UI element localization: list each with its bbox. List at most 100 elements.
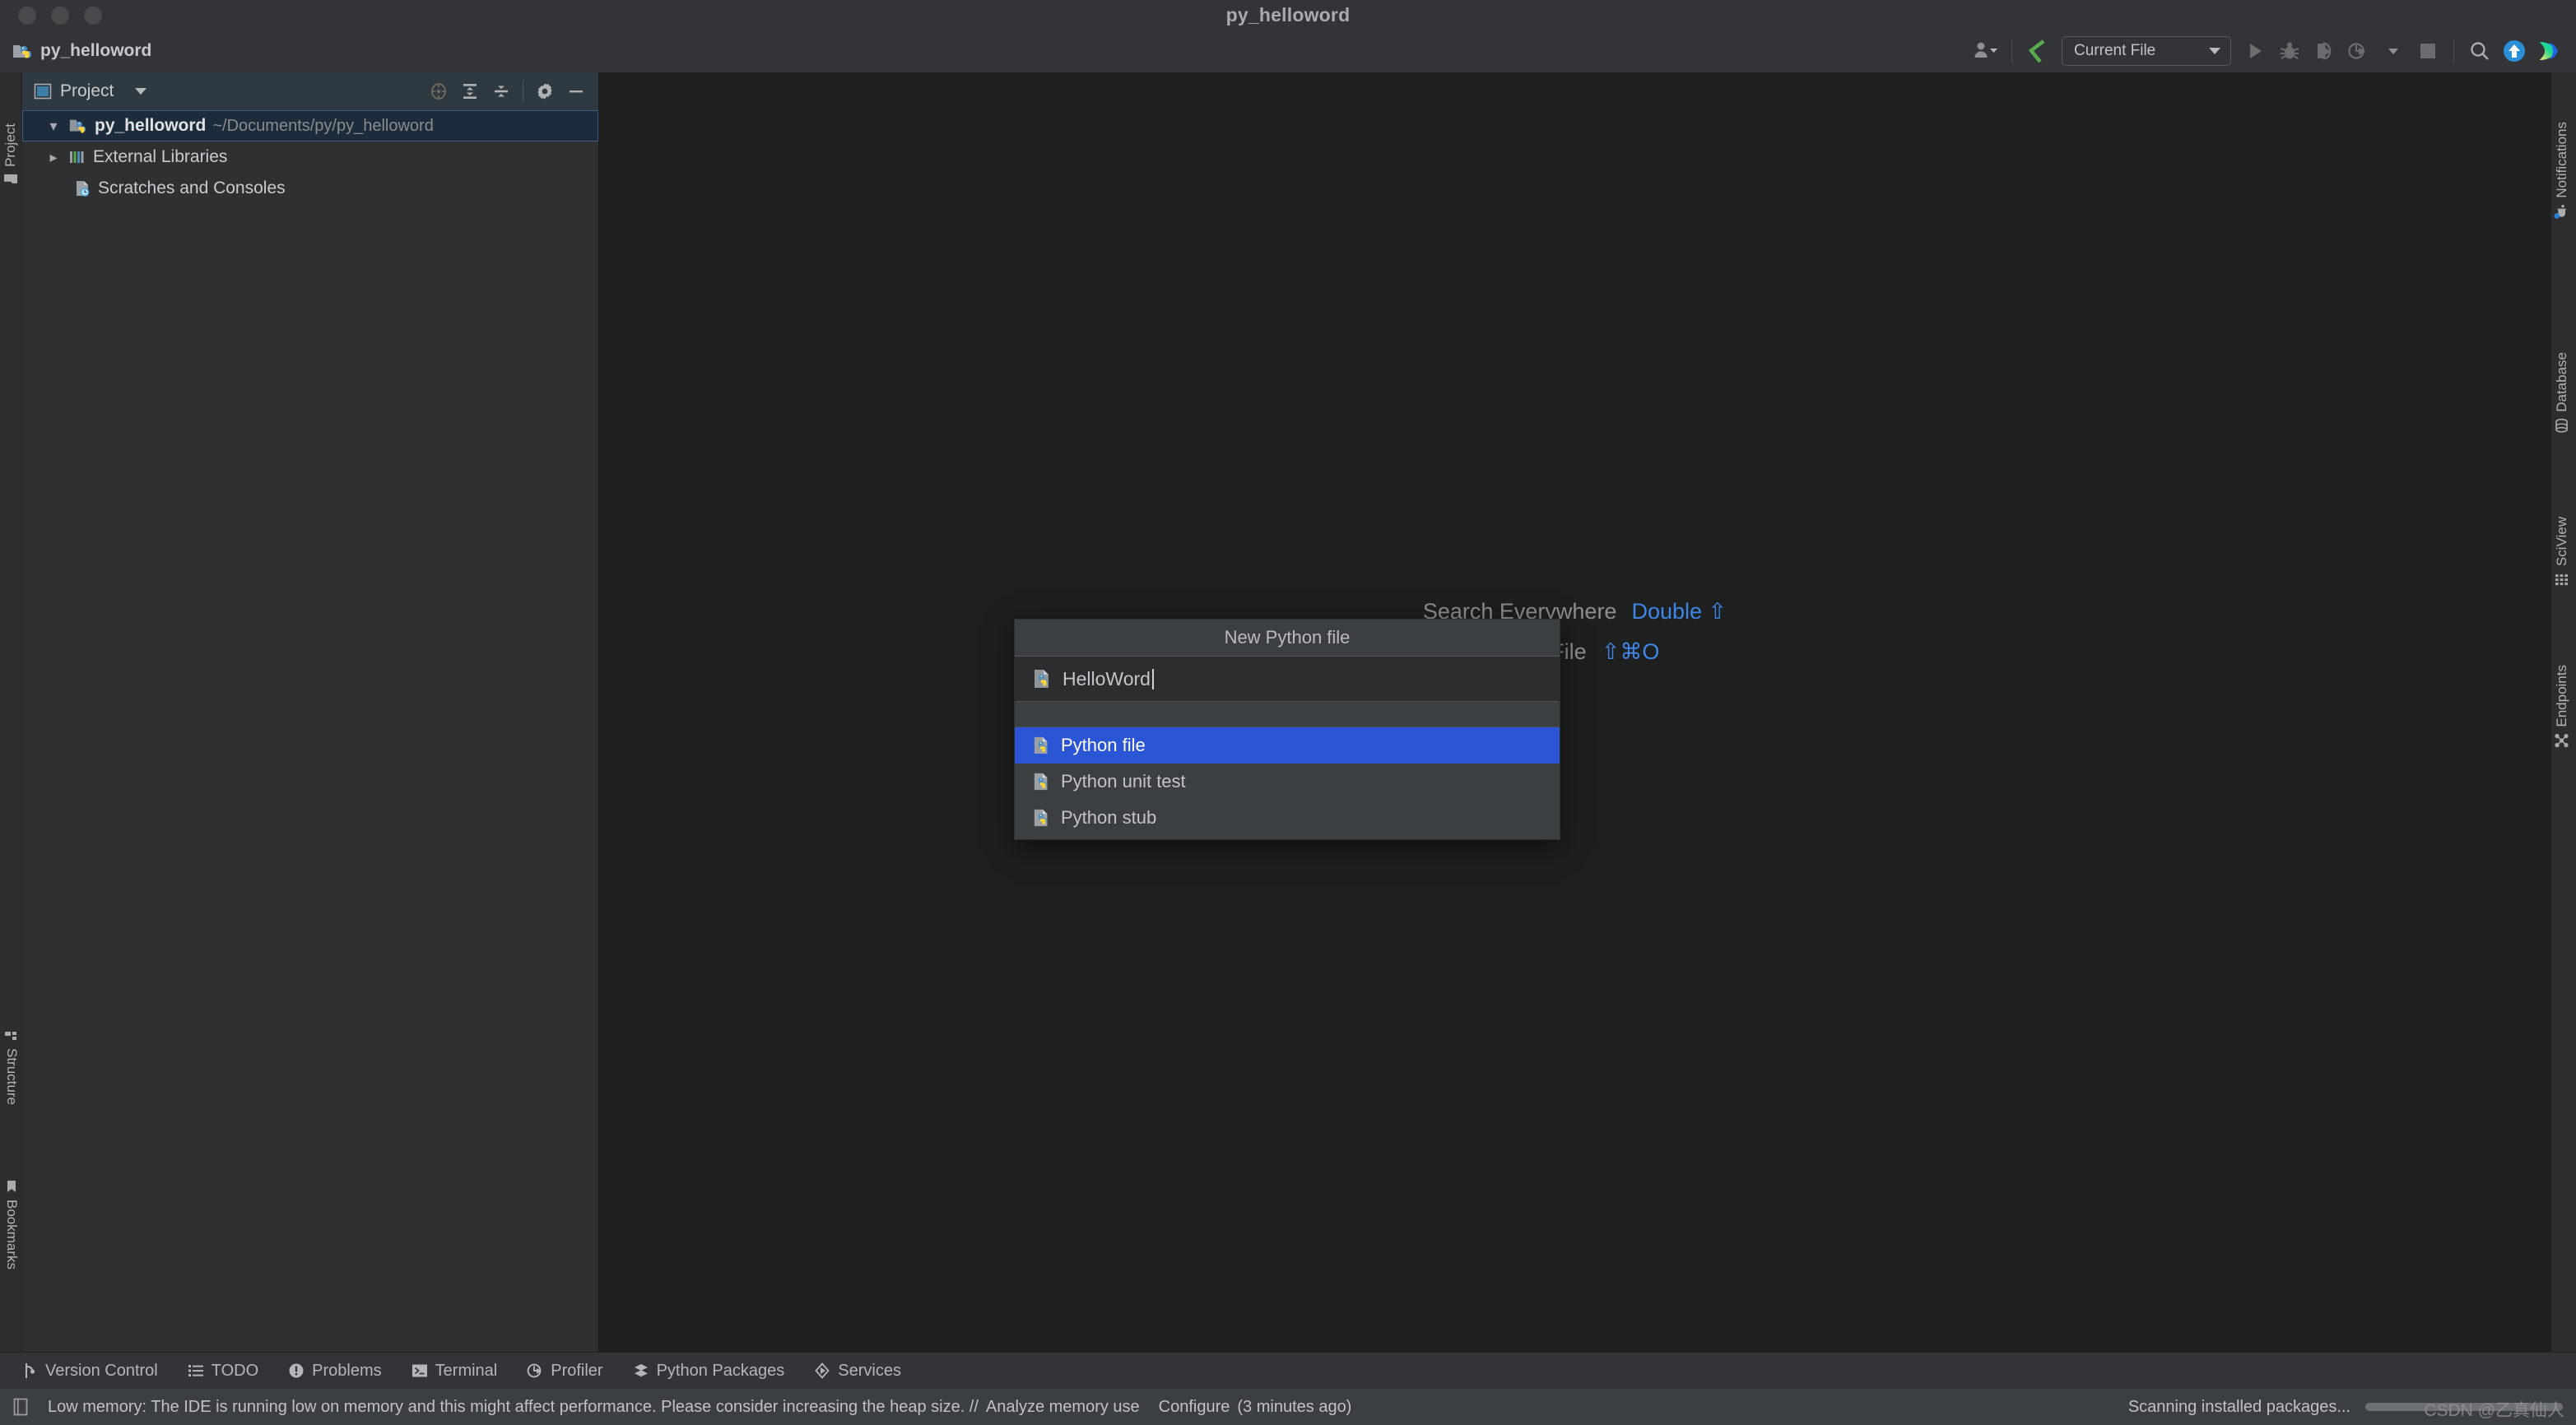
sidebar-item-project[interactable]: Project	[2, 123, 19, 186]
background-progress-bar	[2365, 1403, 2563, 1411]
tool-window-profiler[interactable]: Profiler	[527, 1362, 603, 1381]
project-widget[interactable]: py_helloword	[12, 40, 151, 62]
python-project-folder-icon	[68, 116, 88, 136]
expand-all-icon[interactable]	[454, 76, 486, 107]
tool-window-label: TODO	[211, 1361, 259, 1380]
tree-item-path: ~/Documents/py/py_helloword	[212, 116, 434, 135]
status-timestamp: (3 minutes ago)	[1237, 1397, 1352, 1416]
sidebar-item-endpoints[interactable]: Endpoints	[2554, 665, 2570, 749]
profiler-icon	[527, 1362, 543, 1379]
title-bar: py_helloword	[0, 0, 2576, 30]
sidebar-item-sciview[interactable]: SciView	[2554, 517, 2570, 587]
sidebar-item-label: Project	[2, 123, 18, 167]
sidebar-item-notifications[interactable]: Notifications	[2554, 122, 2570, 220]
sidebar-item-database[interactable]: Database	[2554, 352, 2570, 434]
tool-window-label: Problems	[312, 1361, 382, 1380]
search-icon[interactable]	[2462, 34, 2497, 68]
profile-icon[interactable]	[2341, 34, 2376, 68]
problems-icon	[288, 1362, 305, 1379]
template-option-python-file[interactable]: Python file	[1015, 727, 1560, 764]
memory-indicator-icon[interactable]	[12, 1397, 30, 1417]
sidebar-item-label: Structure	[4, 1048, 20, 1105]
sidebar-item-label: Bookmarks	[4, 1199, 20, 1270]
debug-icon[interactable]	[2272, 34, 2307, 68]
python-folder-icon	[12, 40, 33, 62]
project-tree: ▾ py_helloword ~/Documents/py/py_hellowo…	[22, 110, 598, 1352]
template-option-python-unit-test[interactable]: Python unit test	[1015, 764, 1560, 800]
tool-window-version-control[interactable]: Version Control	[21, 1362, 158, 1381]
status-bar: Low memory: The IDE is running low on me…	[0, 1389, 2576, 1425]
project-panel-header: Project	[22, 72, 598, 110]
tree-item-label: Scratches and Consoles	[98, 179, 286, 197]
status-bar-right: Scanning installed packages...	[2128, 1398, 2563, 1417]
tool-window-problems[interactable]: Problems	[288, 1361, 382, 1381]
user-account-icon[interactable]	[1969, 34, 2003, 68]
hint-shortcut: ⇧⌘O	[1601, 639, 1660, 664]
tree-item-scratches-and-consoles[interactable]: Scratches and Consoles	[22, 173, 598, 204]
database-icon	[2555, 418, 2570, 434]
template-option-label: Python stub	[1061, 807, 1157, 828]
background-task-label: Scanning installed packages...	[2127, 1397, 2350, 1416]
tool-window-python-packages[interactable]: Python Packages	[633, 1362, 784, 1381]
tool-window-label: Services	[838, 1361, 901, 1380]
run-with-coverage-icon[interactable]	[2307, 34, 2341, 68]
low-memory-text: Low memory: The IDE is running low on me…	[48, 1397, 979, 1416]
collapse-all-icon[interactable]	[486, 76, 517, 107]
new-python-file-popup: New Python file HelloWord Python file Py…	[1014, 619, 1560, 840]
editor-area: Search Everywhere Double ⇧ Go to File ⇧⌘…	[599, 72, 2550, 1352]
run-icon[interactable]	[2238, 34, 2272, 68]
target-icon[interactable]	[423, 76, 454, 107]
minus-icon[interactable]	[560, 76, 592, 107]
stop-icon[interactable]	[2411, 34, 2445, 68]
tree-item-external-libraries[interactable]: ▸ External Libraries	[22, 142, 598, 173]
tool-window-label: Terminal	[435, 1361, 498, 1380]
sidebar-item-structure[interactable]: Structure	[3, 1029, 20, 1105]
tool-window-todo[interactable]: TODO	[188, 1362, 258, 1381]
services-icon	[814, 1362, 830, 1379]
popup-title: New Python file	[1015, 620, 1560, 657]
template-option-label: Python unit test	[1061, 771, 1186, 791]
template-option-label: Python file	[1061, 735, 1146, 755]
project-view-selector[interactable]: Project	[34, 81, 147, 101]
pycharm-window: py_helloword py_helloword Current File P…	[0, 0, 2576, 1425]
python-file-icon	[1033, 736, 1051, 755]
popup-separator	[1015, 702, 1560, 727]
scratches-icon	[73, 179, 91, 197]
vcs-commit-icon[interactable]	[2020, 34, 2055, 68]
project-tool-window: Project ▾ py_helloword ~/Documents/py/py…	[22, 72, 599, 1352]
project-panel-title: Project	[60, 81, 114, 100]
profile-dropdown-icon[interactable]	[2376, 34, 2411, 68]
toolbar-divider	[2011, 39, 2012, 63]
template-option-python-stub[interactable]: Python stub	[1015, 800, 1560, 836]
tool-window-terminal[interactable]: Terminal	[412, 1361, 498, 1381]
chevron-collapsed-icon[interactable]: ▸	[45, 150, 62, 165]
python-packages-icon	[633, 1362, 649, 1379]
sidebar-item-bookmarks[interactable]: Bookmarks	[3, 1179, 20, 1270]
right-tool-rail: Notifications Database SciView Endpoints	[2550, 72, 2576, 1352]
tool-window-services[interactable]: Services	[814, 1362, 901, 1381]
chevron-expanded-icon[interactable]: ▾	[45, 118, 62, 133]
sidebar-item-label: SciView	[2554, 517, 2569, 567]
bookmarks-icon	[5, 1179, 18, 1194]
window-title: py_helloword	[1225, 4, 1351, 26]
python-file-icon	[1033, 772, 1051, 791]
chevron-down-icon	[2209, 48, 2220, 54]
chevron-down-icon	[135, 88, 147, 95]
analyze-memory-use-link[interactable]: Analyze memory use	[986, 1398, 1140, 1417]
configure-link[interactable]: Configure	[1159, 1398, 1230, 1417]
external-libraries-icon	[68, 148, 86, 166]
python-file-icon	[1033, 808, 1051, 828]
file-template-list: Python file Python unit test Python stub	[1015, 727, 1560, 839]
run-configuration-selector[interactable]: Current File	[2062, 36, 2231, 66]
new-file-name-input[interactable]: HelloWord	[1015, 657, 1560, 702]
endpoints-icon	[2555, 733, 2570, 749]
pycharm-logo-icon[interactable]	[2532, 34, 2566, 68]
project-view-icon	[34, 82, 52, 100]
status-message: Low memory: The IDE is running low on me…	[48, 1398, 1351, 1417]
update-available-icon[interactable]	[2497, 34, 2532, 68]
tree-item-project-root[interactable]: ▾ py_helloword ~/Documents/py/py_hellowo…	[22, 110, 598, 142]
hint-shortcut: Double ⇧	[1631, 599, 1727, 624]
vcs-branch-icon	[21, 1362, 38, 1380]
gear-icon[interactable]	[529, 76, 560, 107]
terminal-icon	[412, 1362, 428, 1379]
